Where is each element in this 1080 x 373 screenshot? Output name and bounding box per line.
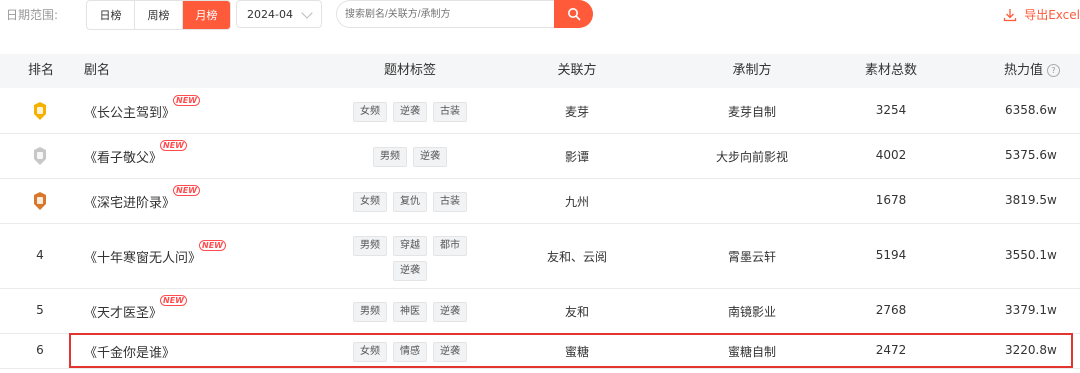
download-icon [1004,8,1017,21]
producer-name[interactable]: 南镜影业 [728,303,776,320]
materials-count: 2472 [875,342,907,357]
date-range-label: 日期范围: [6,8,59,22]
heat-value: 3379.1w [1005,302,1057,317]
export-label: 导出Excel [1024,8,1080,22]
materials-count: 4002 [875,147,907,162]
drama-title-link[interactable]: 《看子敬父》 [84,147,162,166]
partner-name[interactable]: 麦芽 [565,103,589,120]
header-producer: 承制方 [732,63,772,78]
header-materials[interactable]: 素材总数 [865,54,917,88]
materials-count: 1678 [875,192,907,207]
period-tabs: 日榜 周榜 月榜 [86,0,231,30]
month-value: 2024-04 [247,7,293,21]
new-badge: NEW [173,184,200,196]
new-badge: NEW [160,294,187,306]
drama-title-link[interactable]: 《深宅进阶录》 [84,192,175,211]
search-icon [567,8,580,21]
producer-name[interactable]: 蜜糖自制 [728,343,776,360]
genre-tag[interactable]: 古装 [433,191,467,212]
bronze-medal-icon [31,191,49,211]
header-title: 剧名 [84,63,111,78]
new-badge: NEW [199,239,226,251]
genre-tag[interactable]: 都市 [433,235,467,256]
genre-tag[interactable]: 逆袭 [433,341,467,362]
search-button[interactable] [554,0,593,28]
table-row[interactable]: 《长公主驾到》 NEW 女频 逆袭 古装 麦芽 麦芽自制 3254 6358.6w [0,88,1080,134]
producer-name[interactable]: 大步向前影视 [716,148,788,165]
tab-daily[interactable]: 日榜 [87,1,135,29]
drama-title-link[interactable]: 《长公主驾到》 [84,102,175,121]
heat-value: 3819.5w [1005,192,1057,207]
materials-count: 5194 [875,247,907,262]
partner-name[interactable]: 影谭 [565,148,589,165]
heat-value: 5375.6w [1005,147,1057,162]
genre-tag[interactable]: 情感 [393,341,427,362]
genre-tag[interactable]: 女频 [353,191,387,212]
genre-tag[interactable]: 逆袭 [393,101,427,122]
table-header: 排名 剧名 题材标签 关联方 承制方 素材总数 热力值? [0,54,1080,88]
genre-tag[interactable]: 逆袭 [393,260,427,281]
producer-name[interactable]: 麦芽自制 [728,103,776,120]
partner-name[interactable]: 友和、云阅 [547,248,607,265]
genre-tag[interactable]: 男频 [353,301,387,322]
filter-toolbar: 日期范围: 日榜 周榜 月榜 2024-04 导出Excel [0,0,1080,30]
new-badge: NEW [160,139,187,151]
heat-value: 3550.1w [1005,247,1057,262]
genre-tag[interactable]: 女频 [353,101,387,122]
genre-tag[interactable]: 古装 [433,101,467,122]
export-excel-button[interactable]: 导出Excel [1002,6,1080,23]
silver-medal-icon [31,146,49,166]
genre-tags: 男频 逆袭 [345,146,475,167]
table-row[interactable]: 5 《天才医圣》 NEW 男频 神医 逆袭 友和 南镜影业 2768 3379.1w [0,288,1080,334]
header-heat-label: 热力值 [1004,63,1044,78]
rank-number: 4 [36,247,44,262]
rank-number: 6 [36,342,44,357]
tab-weekly[interactable]: 周榜 [135,1,183,29]
ranking-table: 排名 剧名 题材标签 关联方 承制方 素材总数 热力值? [0,54,1080,88]
genre-tag[interactable]: 女频 [353,341,387,362]
help-icon[interactable]: ? [1047,64,1061,77]
drama-title-link[interactable]: 《十年寒窗无人问》 [84,247,201,266]
chevron-down-icon [301,7,313,19]
rank-number: 5 [36,302,44,317]
table-row[interactable]: 6 《千金你是谁》 女频 情感 逆袭 蜜糖 蜜糖自制 2472 3220.8w [0,333,1080,369]
search-input[interactable] [336,0,554,28]
partner-name[interactable]: 九州 [565,193,589,210]
genre-tags: 男频 穿越 都市 逆袭 [345,235,475,281]
materials-count: 2768 [875,302,907,317]
header-tags: 题材标签 [383,63,437,78]
heat-value: 3220.8w [1005,342,1057,357]
gold-medal-icon [31,101,49,121]
header-heat[interactable]: 热力值? [1004,54,1061,88]
genre-tag[interactable]: 穿越 [393,235,427,256]
genre-tags: 女频 情感 逆袭 [345,341,475,362]
drama-title-link[interactable]: 《千金你是谁》 [84,342,175,361]
producer-name[interactable]: 霄墨云轩 [728,248,776,265]
genre-tags: 女频 复仇 古装 [345,191,475,212]
genre-tags: 女频 逆袭 古装 [345,101,475,122]
partner-name[interactable]: 蜜糖 [565,343,589,360]
materials-count: 3254 [875,102,907,117]
genre-tag[interactable]: 逆袭 [433,301,467,322]
table-row[interactable]: 4 《十年寒窗无人问》 NEW 男频 穿越 都市 逆袭 友和、云阅 霄墨云轩 5194 3550.1… [0,223,1080,289]
table-row[interactable]: 《看子敬父》 NEW 男频 逆袭 影谭 大步向前影视 4002 5375.6w [0,133,1080,179]
genre-tag[interactable]: 逆袭 [413,146,447,167]
partner-name[interactable]: 友和 [565,303,589,320]
month-select[interactable]: 2024-04 [236,0,322,28]
header-partner: 关联方 [557,63,597,78]
heat-value: 6358.6w [1005,102,1057,117]
genre-tag[interactable]: 复仇 [393,191,427,212]
header-rank: 排名 [28,63,55,78]
table-row[interactable]: 《深宅进阶录》 NEW 女频 复仇 古装 九州 1678 3819.5w [0,178,1080,224]
drama-title-link[interactable]: 《天才医圣》 [84,302,162,321]
new-badge: NEW [173,94,200,106]
genre-tag[interactable]: 神医 [393,301,427,322]
genre-tags: 男频 神医 逆袭 [345,301,475,322]
genre-tag[interactable]: 男频 [353,235,387,256]
tab-monthly[interactable]: 月榜 [183,1,230,29]
genre-tag[interactable]: 男频 [373,146,407,167]
